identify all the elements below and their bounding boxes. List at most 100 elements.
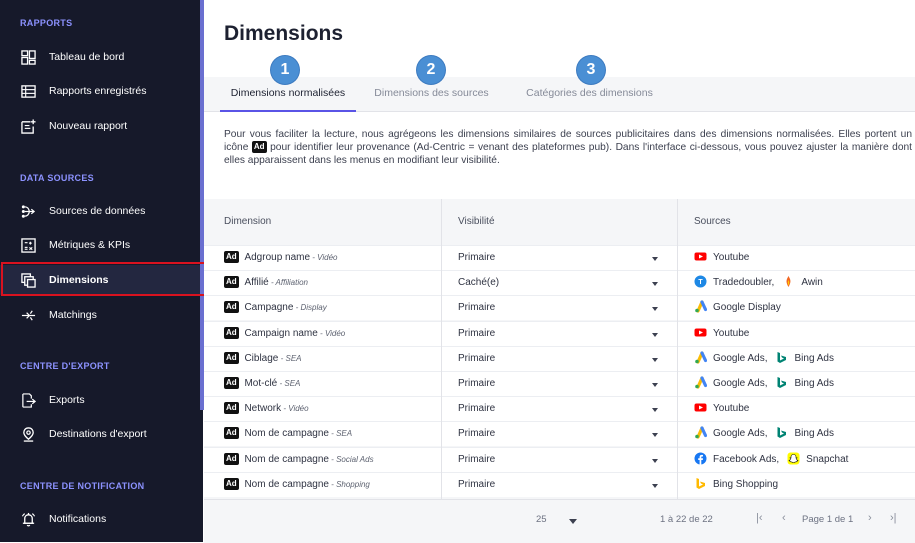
ad-centric-badge: Ad [224,427,239,440]
chevron-down-icon[interactable] [652,408,658,413]
sidebar-item-label: Destinations d'export [49,428,147,440]
sidebar-item-notifications[interactable]: Notifications [0,504,203,534]
sources-cell: Youtube [694,397,749,421]
chevron-down-icon[interactable] [652,257,658,261]
visibility-value: Primaire [458,302,496,314]
dimension-separator: - [328,429,337,439]
source-name: Youtube [713,252,750,263]
chevron-down-icon[interactable] [652,433,658,438]
sidebar-item-label: Tableau de bord [49,51,125,63]
visibility-value: Caché(e) [458,277,500,289]
table-row[interactable]: Ad Ciblage - SEA Primaire Google Ads, Bing … [204,345,915,371]
visibility-select[interactable]: Primaire [458,397,668,421]
facebook-icon [694,452,707,465]
ad-centric-badge: Ad [224,477,239,490]
dimension-name: Mot-clé [244,378,278,389]
dimension-category: Vidéo [288,404,309,414]
page-indicator: Page 1 de 1 [802,514,854,525]
chevron-down-icon[interactable] [652,307,658,312]
pagination-range: 1 à 22 de 22 [660,514,713,525]
sidebar-item-tableau-de-bord[interactable]: Tableau de bord [0,42,203,72]
step-badge-3: 3 [577,56,605,84]
visibility-value: Primaire [458,378,496,389]
visibility-select[interactable]: Caché(e) [458,271,668,295]
sidebar-item-destinations-export[interactable]: Destinations d'export [0,419,203,449]
dimension-separator: - [317,328,325,338]
ad-centric-badge: Ad [251,141,267,153]
visibility-value: Primaire [458,327,496,339]
rows-per-page-select[interactable]: 25 [536,514,547,525]
source-name: Google Display [713,302,781,314]
table-row[interactable]: Ad Mot-clé - SEA Primaire Google Ads, Bing … [204,371,915,396]
sidebar-item-label: Matchings [49,309,97,321]
data-sources-icon [20,203,36,219]
dashboard-icon [20,49,36,65]
sidebar-item-nouveau-rapport[interactable]: Nouveau rapport [0,111,203,141]
visibility-select[interactable]: Primaire [458,372,668,396]
dimension-name: Affilié [244,277,269,289]
chevron-down-icon[interactable] [652,458,658,463]
chevron-down-icon[interactable] [652,357,658,362]
chevron-down-icon[interactable] [652,483,658,488]
step-badge-2: 2 [417,56,445,84]
visibility-value: Primaire [458,352,496,364]
sources-cell: Youtube [694,322,749,346]
source-name: Tradedoubler, [713,277,775,289]
table-header: Dimension Visibilité Sources [204,199,915,245]
sidebar-item-sources-de-donnees[interactable]: Sources de données [0,196,203,226]
visibility-select[interactable]: Primaire [458,347,668,371]
sidebar-item-rapports-enregistres[interactable]: Rapports enregistrés [0,76,203,106]
source-name: Snapchat [806,453,849,465]
tab-bar: Dimensions normalisées Dimensions des so… [204,77,915,112]
dimension-name: Campagne [244,302,294,314]
visibility-select[interactable]: Primaire [458,296,668,320]
bing-shopping-icon [694,477,707,490]
table-row[interactable]: Ad Nom de campagne - Social Ads Primaire F… [204,446,915,472]
ad-centric-badge: Ad [224,251,239,263]
google-ads-icon [694,426,707,439]
source-name: Facebook Ads, [713,453,780,465]
chevron-down-icon[interactable] [652,383,658,387]
visibility-select[interactable]: Primaire [458,473,668,497]
column-header-dimension[interactable]: Dimension [224,199,271,245]
sidebar-item-matchings[interactable]: Matchings [0,300,203,330]
sidebar-item-label: Exports [49,394,85,406]
column-header-sources[interactable]: Sources [694,199,731,245]
sources-cell: Bing Shopping [694,473,778,497]
visibility-select[interactable]: Primaire [458,246,668,270]
column-header-visibility[interactable]: Visibilité [458,199,495,245]
table-row[interactable]: Ad Adgroup name - Vidéo Primaire Youtube [204,245,915,270]
table-row[interactable]: Ad Network - Vidéo Primaire Youtube [204,396,915,422]
table-row[interactable]: Ad Nom de campagne - Shopping Primaire Bin… [204,471,915,497]
prev-page-button[interactable]: ‹ [782,512,786,524]
last-page-button[interactable]: ›| [890,512,897,524]
table-row[interactable]: Ad Affilié - Affiliation Caché(e) T Tradedo… [204,270,915,296]
new-report-icon [20,118,36,134]
source-name: Bing Ads [794,378,834,389]
chevron-down-icon[interactable] [652,282,658,287]
table-row[interactable]: Ad Campagne - Display Primaire Google Disp… [204,295,915,321]
visibility-select[interactable]: Primaire [458,448,668,472]
visibility-select[interactable]: Primaire [458,322,668,346]
ad-centric-badge: Ad [224,402,239,415]
visibility-select[interactable]: Primaire [458,422,668,446]
sidebar-item-metriques-kpis[interactable]: Métriques & KPIs [0,230,203,260]
next-page-button[interactable]: › [868,512,872,524]
sidebar-item-exports[interactable]: Exports [0,385,203,415]
chevron-down-icon[interactable] [569,519,577,524]
youtube-icon [694,401,707,414]
table-row[interactable]: Ad Campaign name - Vidéo Primaire Youtube [204,320,915,346]
first-page-button[interactable]: |‹ [756,512,763,524]
chevron-down-icon[interactable] [652,332,658,337]
highlight-frame [1,262,208,296]
dimension-name: Network [244,403,282,415]
pagination-bar: 25 1 à 22 de 22 |‹ ‹ Page 1 de 1 › ›| [204,499,915,543]
table-row[interactable]: Ad Nom de campagne - SEA Primaire Google A… [204,421,915,447]
section-title-rapports: RAPPORTS [20,18,73,28]
ad-centric-badge: Ad [224,326,239,339]
visibility-value: Primaire [458,252,496,263]
ad-centric-badge: Ad [224,276,239,289]
sources-cell: Google Display [694,296,781,320]
column-divider [441,199,442,499]
snapchat-icon [787,452,800,465]
